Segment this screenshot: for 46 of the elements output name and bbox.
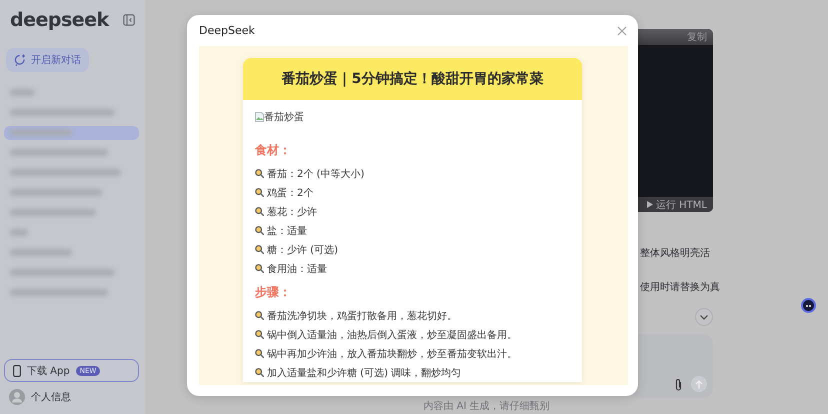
magnifier-icon (255, 226, 264, 235)
section-heading: 步骤： (255, 284, 291, 301)
magnifier-icon (255, 311, 264, 320)
arrow-up-icon (695, 380, 703, 388)
message-input[interactable] (630, 334, 713, 398)
list-item-text: 锅中倒入适量油，油热后倒入蛋液，炒至凝固盛出备用。 (267, 328, 517, 342)
dialog-title: DeepSeek (199, 24, 255, 37)
profile-label[interactable]: 个人信息 (31, 390, 71, 404)
close-button[interactable] (616, 24, 628, 36)
magnifier-icon (255, 368, 264, 377)
magnifier-icon (255, 188, 264, 197)
logo: deepseek (10, 9, 109, 31)
response-text: 使用时请替换为真 (640, 282, 721, 294)
section-heading: 食材： (255, 142, 291, 159)
image-alt-text: 番茄炒蛋 (264, 110, 304, 124)
magnifier-icon (255, 349, 264, 358)
send-button[interactable] (691, 376, 707, 392)
magnifier-icon (255, 245, 264, 254)
play-icon (646, 201, 653, 208)
magnifier-icon (255, 264, 264, 273)
recipe-title: 番茄炒蛋｜5分钟搞定！酸甜开胃的家常菜 (282, 70, 544, 88)
list-item-text: 锅中再加少许油，放入番茄块翻炒，炒至番茄变软出汁。 (267, 348, 517, 360)
list-item-text: 加入适量盐和少许糖 (可选) 调味，翻炒均匀 (267, 366, 462, 380)
list-item-text: 番茄洗净切块，鸡蛋打散备用，葱花切好。 (267, 310, 457, 322)
list-item-text: 葱花：少许 (267, 206, 317, 218)
sidebar-toggle-icon[interactable] (123, 14, 135, 26)
list-item-text: 鸡蛋：2个 (267, 186, 314, 200)
list-item-text: 番茄：2个 (中等大小) (267, 168, 364, 180)
magnifier-icon (255, 169, 264, 178)
blurred-chat-item[interactable] (4, 126, 139, 140)
chat-bubble-icon (14, 54, 26, 66)
disclaimer-text: 内容由 AI 生成，请仔细甄别 (423, 401, 550, 414)
paperclip-icon[interactable] (674, 378, 683, 392)
list-item-text: 食用油：适量 (267, 262, 327, 276)
new-chat-button[interactable]: 开启新对话 (6, 48, 89, 72)
phone-icon (13, 364, 21, 376)
assistant-bot-button[interactable] (801, 298, 816, 313)
response-text: 整体风格明亮活 (640, 248, 711, 260)
magnifier-icon (255, 207, 264, 216)
broken-image-icon (255, 112, 264, 122)
chevron-down-icon (700, 314, 708, 320)
avatar-icon[interactable] (9, 389, 25, 405)
scroll-down-button[interactable] (695, 308, 713, 326)
list-item-text: 盐：适量 (267, 224, 307, 238)
magnifier-icon (255, 330, 264, 339)
list-item-text: 糖：少许 (可选) (267, 244, 338, 256)
